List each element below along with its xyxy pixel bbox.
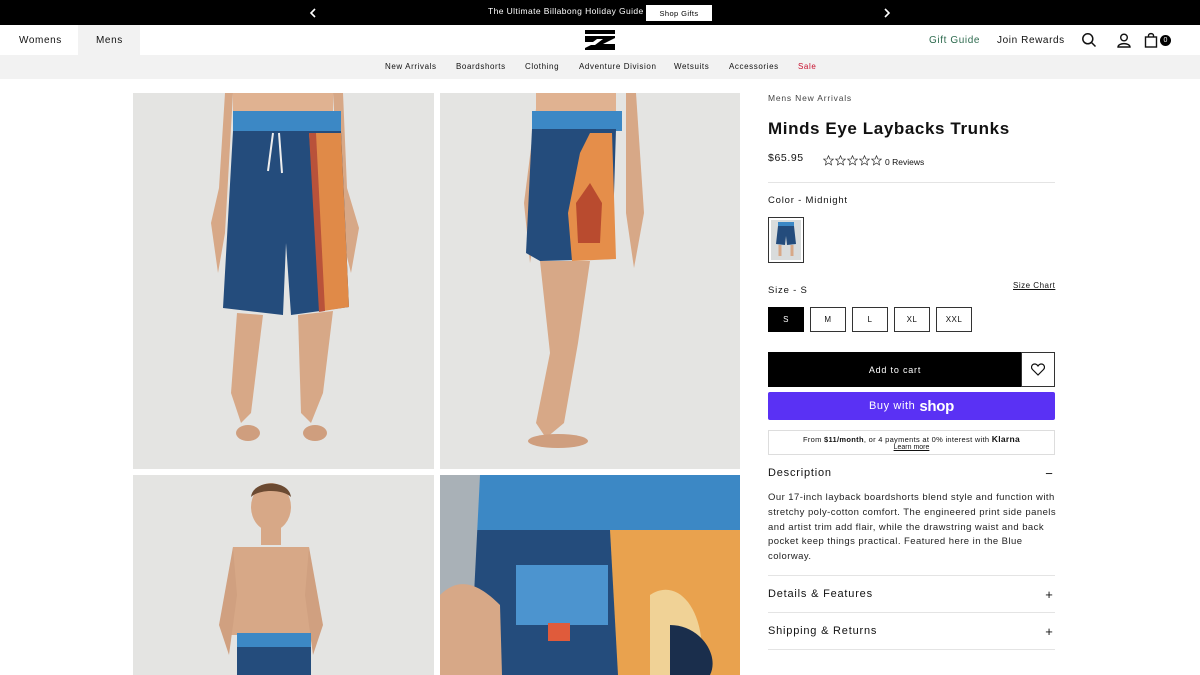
size-chart-link[interactable]: Size Chart (1013, 281, 1055, 290)
klarna-message: From $11/month, or 4 payments at 0% inte… (768, 430, 1055, 455)
category-nav: New Arrivals Boardshorts Clothing Advent… (0, 55, 1200, 79)
color-label: Color - Midnight (768, 195, 848, 206)
size-label: Size - S (768, 285, 808, 296)
accordion-details-features[interactable]: Details & Features + (768, 584, 1055, 604)
site-header: Womens Mens Gift Guide Join Rewards 0 (0, 25, 1200, 55)
heart-icon (1031, 363, 1045, 376)
shop-pay-prefix: Buy with (868, 400, 916, 412)
size-option-l[interactable]: L (852, 307, 888, 332)
product-image-side[interactable] (440, 93, 740, 469)
nav-new-arrivals[interactable]: New Arrivals (385, 62, 437, 71)
chevron-left-icon[interactable] (301, 0, 325, 25)
product-image-detail[interactable] (440, 475, 740, 675)
billabong-logo[interactable] (585, 30, 615, 50)
klarna-amount: $11/month (824, 435, 864, 444)
klarna-from: From (802, 435, 822, 444)
nav-adventure-division[interactable]: Adventure Division (579, 62, 657, 71)
nav-boardshorts[interactable]: Boardshorts (456, 62, 506, 71)
product-price: $65.95 (768, 152, 804, 164)
accordion-title: Details & Features (768, 588, 873, 600)
wishlist-button[interactable] (1021, 352, 1055, 387)
tab-womens[interactable]: Womens (19, 25, 62, 55)
search-icon[interactable] (1081, 32, 1099, 50)
accordion-description[interactable]: Description − (768, 463, 1055, 483)
chevron-right-icon[interactable] (875, 0, 899, 25)
size-option-xl[interactable]: XL (894, 307, 930, 332)
nav-accessories[interactable]: Accessories (729, 62, 779, 71)
size-option-s[interactable]: S (768, 307, 804, 332)
klarna-logo: Klarna (991, 434, 1021, 444)
gift-guide-link[interactable]: Gift Guide (929, 25, 980, 55)
product-image-front[interactable] (133, 93, 434, 469)
klarna-terms: , or 4 payments at 0% interest with (863, 435, 990, 444)
account-icon[interactable] (1116, 32, 1134, 50)
announcement-bar: The Ultimate Billabong Holiday Guide Sho… (0, 0, 1200, 25)
breadcrumb[interactable]: Mens New Arrivals (768, 93, 852, 103)
divider (768, 575, 1055, 576)
product-title: Minds Eye Laybacks Trunks (768, 119, 1010, 138)
star-icon (823, 155, 834, 166)
announcement-message[interactable]: The Ultimate Billabong Holiday Guide (488, 6, 644, 16)
buy-with-shop-button[interactable]: Buy with shop (768, 392, 1055, 420)
description-text: Our 17-inch layback boardshorts blend st… (768, 492, 1057, 563)
tab-mens[interactable]: Mens (78, 25, 140, 55)
nav-clothing[interactable]: Clothing (525, 62, 559, 71)
rating-stars[interactable] (823, 155, 882, 166)
accordion-title: Shipping & Returns (768, 625, 878, 637)
star-icon (859, 155, 870, 166)
shop-pay-brand: shop (919, 397, 954, 415)
divider (768, 649, 1055, 650)
star-icon (871, 155, 882, 166)
add-to-cart-button[interactable]: Add to cart (768, 352, 1022, 387)
minus-icon: − (1045, 465, 1053, 481)
klarna-line: From $11/month, or 4 payments at 0% inte… (769, 434, 1054, 444)
size-option-xxl[interactable]: XXL (936, 307, 972, 332)
divider (768, 182, 1055, 183)
nav-wetsuits[interactable]: Wetsuits (674, 62, 709, 71)
join-rewards-link[interactable]: Join Rewards (997, 25, 1065, 55)
plus-icon: + (1045, 623, 1053, 639)
cart-count-badge: 0 (1160, 35, 1171, 46)
accordion-title: Description (768, 467, 832, 479)
star-icon (847, 155, 858, 166)
product-image-model[interactable] (133, 475, 434, 675)
nav-sale[interactable]: Sale (798, 62, 816, 71)
shop-gifts-button[interactable]: Shop Gifts (646, 5, 712, 21)
reviews-link[interactable]: 0 Reviews (885, 157, 924, 167)
divider (768, 612, 1055, 613)
star-icon (835, 155, 846, 166)
size-option-m[interactable]: M (810, 307, 846, 332)
plus-icon: + (1045, 586, 1053, 602)
learn-more-link[interactable]: Learn more (769, 444, 1054, 451)
color-swatch-midnight[interactable] (768, 217, 804, 263)
accordion-shipping-returns[interactable]: Shipping & Returns + (768, 621, 1055, 641)
